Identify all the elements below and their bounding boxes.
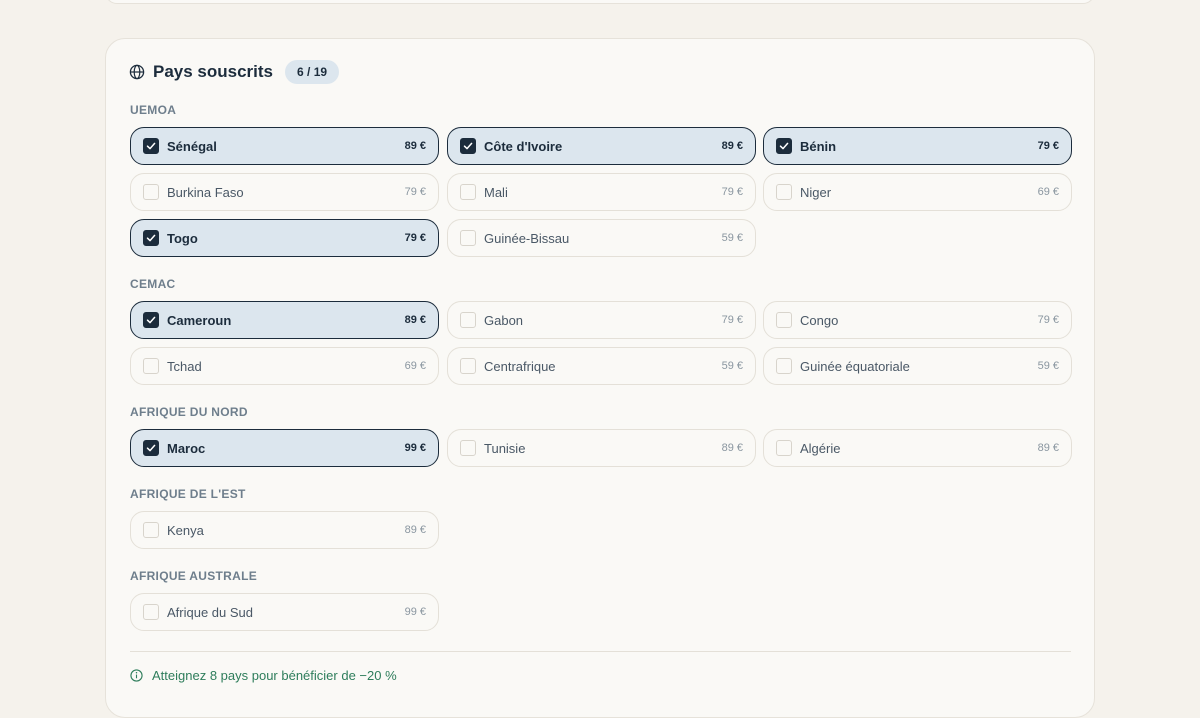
checkbox[interactable] — [460, 138, 476, 154]
country-name: Kenya — [167, 522, 204, 538]
country-price: 79 € — [1037, 314, 1059, 326]
country-option-kenya[interactable]: Kenya 89 € — [130, 511, 439, 549]
checkmark-icon — [463, 142, 473, 150]
checkbox[interactable] — [143, 138, 159, 154]
checkbox[interactable] — [460, 358, 476, 374]
country-price: 79 € — [404, 232, 426, 244]
divider — [130, 651, 1071, 652]
country-price: 69 € — [1037, 186, 1059, 198]
checkbox[interactable] — [460, 440, 476, 456]
country-name: Sénégal — [167, 138, 217, 154]
checkbox[interactable] — [776, 138, 792, 154]
checkbox[interactable] — [776, 184, 792, 200]
country-name: Afrique du Sud — [167, 604, 254, 620]
country-price: 99 € — [404, 606, 426, 618]
country-price: 89 € — [1037, 442, 1059, 454]
card-header: Pays souscrits 6 / 19 — [129, 60, 340, 84]
country-option-burkina-faso[interactable]: Burkina Faso 79 € — [130, 173, 439, 211]
country-name: Burkina Faso — [167, 184, 244, 200]
checkbox[interactable] — [460, 312, 476, 328]
country-option-guinee-bissau[interactable]: Guinée-Bissau 59 € — [447, 219, 756, 257]
country-option-senegal[interactable]: Sénégal 89 € — [130, 127, 439, 165]
country-price: 69 € — [404, 360, 426, 372]
checkmark-icon — [146, 142, 156, 150]
country-option-tunisie[interactable]: Tunisie 89 € — [447, 429, 756, 467]
discount-note: Atteignez 8 pays pour bénéficier de −20 … — [130, 668, 397, 683]
country-price: 79 € — [404, 186, 426, 198]
checkmark-icon — [146, 316, 156, 324]
country-name: Guinée-Bissau — [484, 230, 570, 246]
country-price: 89 € — [404, 524, 426, 536]
section-label-afrique-du-nord: AFRIQUE DU NORD — [130, 405, 248, 419]
section-label-cemac: CEMAC — [130, 277, 176, 291]
country-price: 89 € — [404, 140, 426, 152]
country-name: Cameroun — [167, 312, 232, 328]
country-price: 59 € — [1037, 360, 1059, 372]
card-title: Pays souscrits — [153, 62, 274, 81]
country-option-cote-d-ivoire[interactable]: Côte d'Ivoire 89 € — [447, 127, 756, 165]
country-price: 89 € — [721, 442, 743, 454]
country-option-gabon[interactable]: Gabon 79 € — [447, 301, 756, 339]
country-option-afrique-du-sud[interactable]: Afrique du Sud 99 € — [130, 593, 439, 631]
checkbox[interactable] — [460, 184, 476, 200]
country-name: Algérie — [800, 440, 841, 456]
country-option-cameroun[interactable]: Cameroun 89 € — [130, 301, 439, 339]
checkbox[interactable] — [776, 358, 792, 374]
checkbox[interactable] — [143, 604, 159, 620]
previous-card — [105, 0, 1095, 4]
checkbox[interactable] — [143, 230, 159, 246]
country-option-centrafrique[interactable]: Centrafrique 59 € — [447, 347, 756, 385]
country-price: 89 € — [721, 140, 743, 152]
globe-icon — [129, 64, 145, 80]
country-name: Mali — [484, 184, 508, 200]
country-name: Congo — [800, 312, 839, 328]
discount-note-text: Atteignez 8 pays pour bénéficier de −20 … — [152, 668, 397, 683]
country-price: 79 € — [1037, 140, 1059, 152]
country-option-benin[interactable]: Bénin 79 € — [763, 127, 1072, 165]
country-option-mali[interactable]: Mali 79 € — [447, 173, 756, 211]
checkmark-icon — [146, 444, 156, 452]
country-price: 99 € — [404, 442, 426, 454]
count-badge: 6 / 19 — [285, 60, 340, 84]
country-price: 59 € — [721, 232, 743, 244]
checkmark-icon — [779, 142, 789, 150]
checkbox[interactable] — [143, 440, 159, 456]
country-name: Côte d'Ivoire — [484, 138, 563, 154]
country-price: 89 € — [404, 314, 426, 326]
country-name: Tunisie — [484, 440, 526, 456]
subscribed-countries-card: Pays souscrits 6 / 19 UEMOA Sénégal 89 € Cô… — [105, 38, 1095, 718]
country-name: Niger — [800, 184, 832, 200]
country-option-algerie[interactable]: Algérie 89 € — [763, 429, 1072, 467]
country-option-togo[interactable]: Togo 79 € — [130, 219, 439, 257]
checkbox[interactable] — [143, 184, 159, 200]
section-label-afrique-australe: AFRIQUE AUSTRALE — [130, 569, 258, 583]
country-option-guinee-equatoriale[interactable]: Guinée équatoriale 59 € — [763, 347, 1072, 385]
country-option-tchad[interactable]: Tchad 69 € — [130, 347, 439, 385]
country-name: Gabon — [484, 312, 524, 328]
country-option-niger[interactable]: Niger 69 € — [763, 173, 1072, 211]
checkbox[interactable] — [143, 358, 159, 374]
country-option-maroc[interactable]: Maroc 99 € — [130, 429, 439, 467]
section-label-afrique-de-l-est: AFRIQUE DE L'EST — [130, 487, 246, 501]
checkbox[interactable] — [460, 230, 476, 246]
checkmark-icon — [146, 234, 156, 242]
checkbox[interactable] — [776, 312, 792, 328]
country-name: Togo — [167, 230, 198, 246]
country-name: Centrafrique — [484, 358, 556, 374]
checkbox[interactable] — [143, 522, 159, 538]
country-name: Tchad — [167, 358, 202, 374]
section-label-uemoa: UEMOA — [130, 103, 177, 117]
country-name: Guinée équatoriale — [800, 358, 910, 374]
country-name: Maroc — [167, 440, 206, 456]
country-option-congo[interactable]: Congo 79 € — [763, 301, 1072, 339]
country-price: 79 € — [721, 314, 743, 326]
checkbox[interactable] — [776, 440, 792, 456]
country-price: 79 € — [721, 186, 743, 198]
country-name: Bénin — [800, 138, 837, 154]
checkbox[interactable] — [143, 312, 159, 328]
country-price: 59 € — [721, 360, 743, 372]
info-circle-icon — [130, 669, 143, 682]
